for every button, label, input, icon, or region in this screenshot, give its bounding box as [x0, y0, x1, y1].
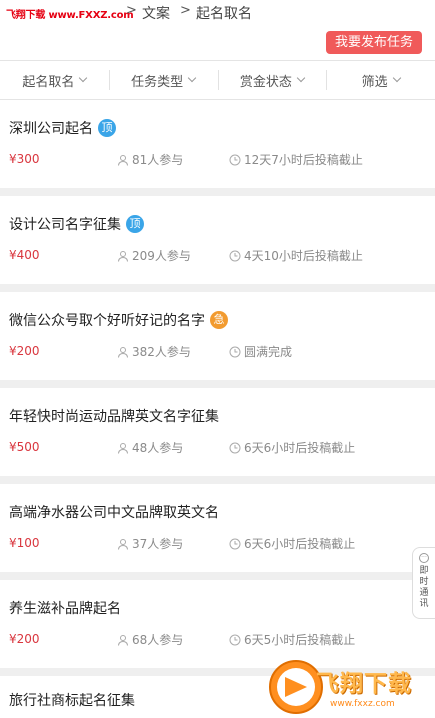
chat-icon: ···: [419, 553, 429, 563]
task-deadline: 12天7小时后投稿截止: [229, 151, 363, 168]
person-icon: [118, 538, 128, 550]
site-logo: 飞翔下载 www.FXXZ.com: [6, 10, 134, 21]
task-card[interactable]: 年轻快时尚运动品牌英文名字征集 ¥500 48人参与 6天6小时后投稿截止: [0, 388, 435, 476]
task-title: 高端净水器公司中文品牌取英文名: [9, 502, 219, 522]
watermark-url: www.fxxz.com: [330, 699, 395, 709]
chevron-down-icon: [392, 73, 401, 83]
participants-text: 209人参与: [132, 249, 191, 263]
person-icon: [118, 250, 128, 262]
publish-task-button[interactable]: 我要发布任务: [325, 31, 422, 54]
filter-label: 筛选: [361, 74, 388, 90]
deadline-text: 6天6小时后投稿截止: [244, 441, 356, 455]
task-participants: 48人参与: [117, 439, 183, 456]
task-reward: ¥200: [9, 632, 40, 646]
filter-label: 起名取名: [22, 74, 75, 90]
task-reward: ¥400: [9, 248, 40, 262]
filter-category[interactable]: 起名取名: [0, 61, 109, 99]
clock-icon: [229, 346, 241, 357]
participants-text: 37人参与: [132, 537, 184, 551]
task-deadline: 圆满完成: [229, 343, 292, 360]
task-title-text: 年轻快时尚运动品牌英文名字征集: [9, 409, 219, 425]
participants-text: 81人参与: [132, 153, 184, 167]
deadline-text: 6天5小时后投稿截止: [244, 633, 356, 647]
task-card[interactable]: 高端净水器公司中文品牌取英文名 ¥100 37人参与 6天6小时后投稿截止: [0, 484, 435, 572]
breadcrumb-item-naming[interactable]: 起名取名: [196, 3, 252, 23]
top-bar: 飞翔下载 www.FXXZ.com > 文案 > 起名取名 我要发布任务: [0, 0, 435, 60]
deadline-text: 4天10小时后投稿截止: [244, 249, 363, 263]
task-title: 微信公众号取个好听好记的名字急: [9, 310, 228, 330]
person-icon: [118, 442, 128, 454]
task-title-text: 微信公众号取个好听好记的名字: [9, 313, 205, 329]
task-participants: 81人参与: [117, 151, 183, 168]
participants-text: 48人参与: [132, 441, 184, 455]
task-deadline: 4天10小时后投稿截止: [229, 247, 363, 264]
person-icon: [118, 154, 128, 166]
task-title-text: 设计公司名字征集: [9, 217, 121, 233]
deadline-text: 圆满完成: [244, 345, 293, 359]
instant-message-tab[interactable]: ··· 即时通讯: [412, 547, 435, 619]
task-title: 设计公司名字征集顶: [9, 214, 144, 234]
task-deadline: 6天6小时后投稿截止: [229, 535, 355, 552]
filter-bar: 起名取名 任务类型 赏金状态 筛选: [0, 60, 435, 100]
clock-icon: [229, 634, 241, 645]
filter-more[interactable]: 筛选: [326, 61, 435, 99]
filter-task-type[interactable]: 任务类型: [108, 61, 218, 99]
top-badge: 顶: [98, 119, 116, 137]
task-deadline: 6天5小时后投稿截止: [229, 631, 355, 648]
filter-label: 赏金状态: [239, 74, 292, 90]
breadcrumb-separator: >: [180, 3, 191, 18]
task-title-text: 高端净水器公司中文品牌取英文名: [9, 505, 219, 521]
clock-icon: [229, 442, 241, 453]
chevron-down-icon: [296, 73, 306, 83]
breadcrumb-separator: >: [126, 3, 137, 18]
breadcrumb-item-copywriting[interactable]: 文案: [142, 3, 170, 23]
clock-icon: [229, 538, 241, 549]
chevron-down-icon: [187, 73, 197, 83]
chevron-down-icon: [79, 73, 88, 83]
clock-icon: [229, 154, 241, 165]
task-title: 旅行社商标起名征集: [9, 690, 135, 710]
task-reward: ¥100: [9, 536, 40, 550]
person-icon: [118, 634, 128, 646]
instant-message-label: 即时通讯: [419, 566, 429, 609]
task-reward: ¥500: [9, 440, 40, 454]
task-participants: 209人参与: [117, 247, 191, 264]
task-participants: 382人参与: [117, 343, 191, 360]
task-title-text: 养生滋补品牌起名: [9, 601, 121, 617]
task-title: 年轻快时尚运动品牌英文名字征集: [9, 406, 219, 426]
urgent-badge: 急: [210, 311, 228, 329]
participants-text: 68人参与: [132, 633, 184, 647]
clock-icon: [229, 250, 241, 261]
top-badge: 顶: [126, 215, 144, 233]
participants-text: 382人参与: [132, 345, 191, 359]
task-reward: ¥300: [9, 152, 40, 166]
task-title: 养生滋补品牌起名: [9, 598, 121, 618]
deadline-text: 6天6小时后投稿截止: [244, 537, 356, 551]
task-card[interactable]: 深圳公司起名顶 ¥300 81人参与 12天7小时后投稿截止: [0, 100, 435, 188]
task-title: 深圳公司起名顶: [9, 118, 116, 138]
task-card[interactable]: 设计公司名字征集顶 ¥400 209人参与 4天10小时后投稿截止: [0, 196, 435, 284]
task-reward: ¥200: [9, 344, 40, 358]
filter-label: 任务类型: [131, 74, 184, 90]
task-participants: 37人参与: [117, 535, 183, 552]
deadline-text: 12天7小时后投稿截止: [244, 153, 363, 167]
watermark-text: 飞翔下载: [316, 671, 412, 697]
task-title-text: 旅行社商标起名征集: [9, 693, 135, 709]
task-card[interactable]: 微信公众号取个好听好记的名字急 ¥200 382人参与 圆满完成: [0, 292, 435, 380]
task-deadline: 6天6小时后投稿截止: [229, 439, 355, 456]
filter-reward-status[interactable]: 赏金状态: [217, 61, 327, 99]
task-participants: 68人参与: [117, 631, 183, 648]
person-icon: [118, 346, 128, 358]
task-title-text: 深圳公司起名: [9, 121, 93, 137]
